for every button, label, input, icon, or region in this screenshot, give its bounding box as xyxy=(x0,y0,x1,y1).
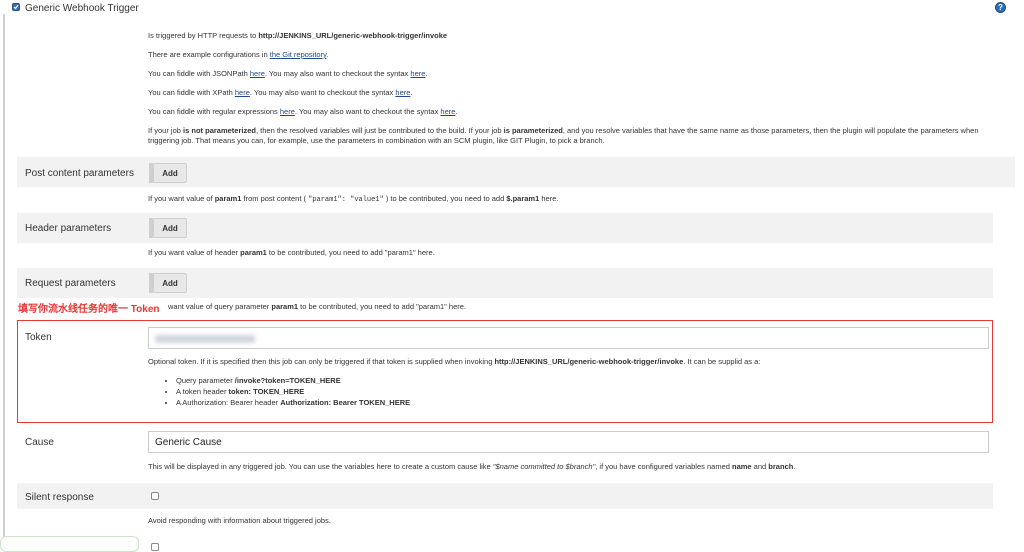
silent-response-checkbox[interactable] xyxy=(151,492,159,500)
next-option-checkbox[interactable] xyxy=(151,543,159,551)
section-title: Generic Webhook Trigger xyxy=(25,3,139,14)
silent-response-row xyxy=(17,483,993,509)
xpath-syntax-link[interactable]: here xyxy=(395,88,410,97)
token-input[interactable] xyxy=(148,327,989,349)
intro-line-1: Is triggered by HTTP requests to http://… xyxy=(148,31,448,40)
intro-line-4: You can fiddle with XPath here. You may … xyxy=(148,88,413,97)
cause-help: This will be displayed in any triggered … xyxy=(148,462,796,471)
post-content-label: Post content parameters xyxy=(25,168,134,179)
token-methods-list: Query parameter /invoke?token=TOKEN_HERE… xyxy=(164,375,410,408)
intro-line-5: You can fiddle with regular expressions … xyxy=(148,107,458,116)
generic-webhook-trigger-checkbox[interactable] xyxy=(12,3,20,11)
cause-input[interactable] xyxy=(148,431,989,453)
git-repository-link[interactable]: the Git repository xyxy=(270,50,327,59)
jsonpath-fiddle-link[interactable]: here xyxy=(250,69,265,78)
cause-label: Cause xyxy=(25,437,54,448)
bottom-floating-panel xyxy=(0,536,139,552)
token-help: Optional token. If it is specified then … xyxy=(148,357,761,366)
post-content-add-button[interactable]: Add xyxy=(153,163,187,183)
token-label: Token xyxy=(25,332,52,343)
request-params-add-button[interactable]: Add xyxy=(153,273,187,293)
token-value-blurred xyxy=(155,335,255,343)
help-icon[interactable]: ? xyxy=(995,2,1006,13)
header-params-add-button[interactable]: Add xyxy=(153,218,187,238)
request-params-label: Request parameters xyxy=(25,278,116,289)
regex-fiddle-link[interactable]: here xyxy=(280,107,295,116)
intro-line-2: There are example configurations in the … xyxy=(148,50,329,59)
jsonpath-syntax-link[interactable]: here xyxy=(410,69,425,78)
section-left-border xyxy=(3,14,5,547)
token-method-bearer: A Authorization: Bearer header Authoriza… xyxy=(176,397,410,408)
header-params-help: If you want value of header param1 to be… xyxy=(148,248,435,257)
silent-response-help: Avoid responding with information about … xyxy=(148,516,331,525)
regex-syntax-link[interactable]: here xyxy=(440,107,455,116)
intro-parameterized-paragraph: If your job is not parameterized, then t… xyxy=(148,126,979,145)
post-content-help: If you want value of param1 from post co… xyxy=(148,194,559,204)
intro-line-3: You can fiddle with JSONPath here. You m… xyxy=(148,69,428,78)
token-annotation-text: 填写你流水线任务的唯一 Token xyxy=(18,304,160,315)
silent-response-label: Silent response xyxy=(25,492,94,503)
token-method-header: A token header token: TOKEN_HERE xyxy=(176,386,410,397)
header-params-label: Header parameters xyxy=(25,223,112,234)
checkmark-icon xyxy=(13,4,19,10)
request-params-help: want value of query parameter param1 to … xyxy=(168,302,467,311)
token-method-query: Query parameter /invoke?token=TOKEN_HERE xyxy=(176,375,410,386)
xpath-fiddle-link[interactable]: here xyxy=(235,88,250,97)
